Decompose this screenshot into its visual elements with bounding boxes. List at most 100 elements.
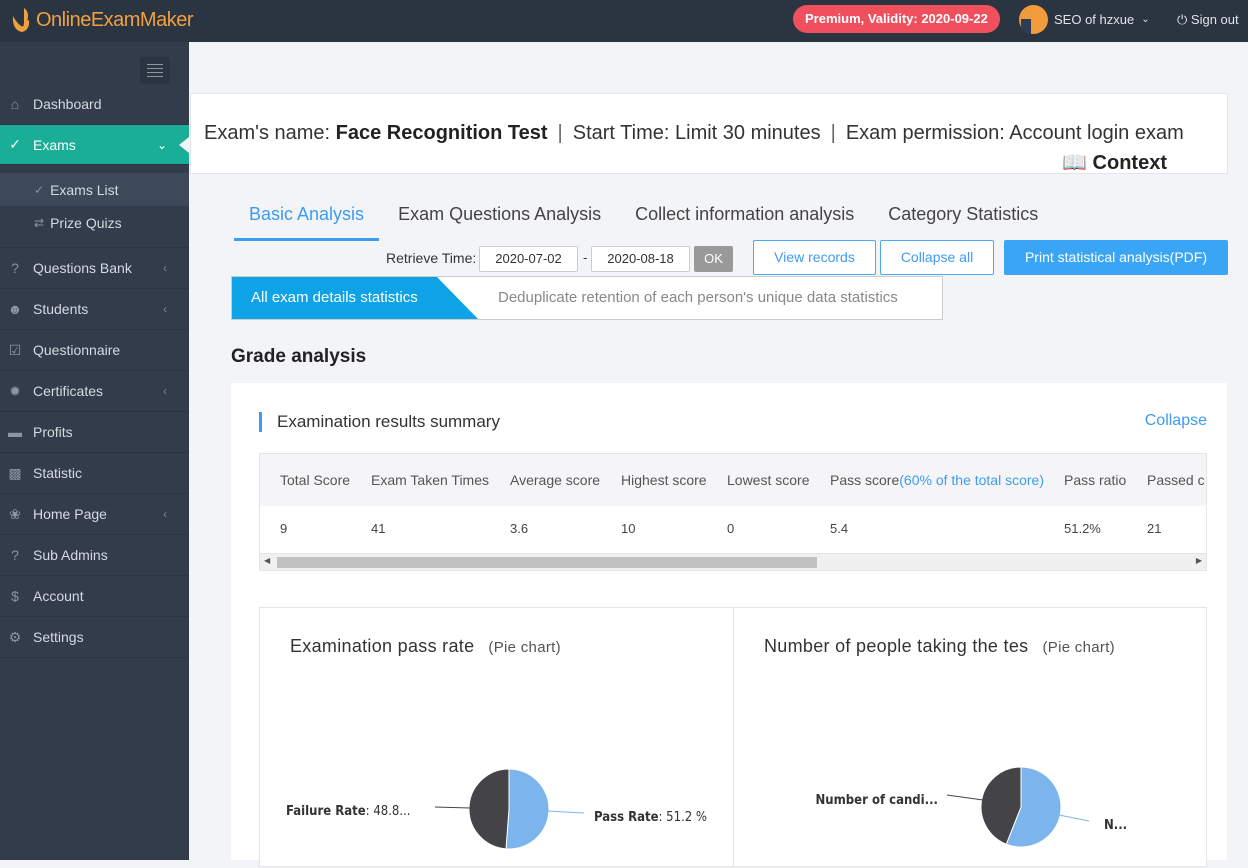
scroll-left-icon[interactable]: ◀ [264,556,270,565]
pie-data-label: Number of candi... [816,793,939,808]
horizontal-scrollbar[interactable]: ◀ ▶ [260,553,1206,570]
column-header: Pass ratio [1064,472,1126,488]
pie-slice-failure-rate[interactable] [468,768,510,850]
sidebar-item-home-page[interactable]: ❀ Home Page ‹ [0,494,189,535]
column-header: Total Score [280,472,350,488]
header-text: Highest score [621,472,707,488]
sidebar-item-certificates[interactable]: ✹ Certificates ‹ [0,371,189,412]
brand-logo[interactable]: OnlineExamMaker [10,6,194,34]
exam-name: Face Recognition Test [335,122,548,144]
column-header: Lowest score [727,472,809,488]
avatar [1019,5,1048,34]
table-cell: 0 [727,521,735,536]
sidebar-item-statistic[interactable]: ▩ Statistic [0,453,189,494]
sidebar-item-settings[interactable]: ⚙ Settings [0,617,189,658]
leaf-icon: ❀ [9,505,21,522]
header-text: Average score [510,472,601,488]
collapse-all-button[interactable]: Collapse all [880,240,994,275]
scrollbar-thumb[interactable] [277,557,817,568]
sidebar-item-students[interactable]: ☻ Students ‹ [0,289,189,330]
exam-permission: Exam permission: Account login exam [845,122,1184,144]
start-date-input[interactable]: 2020-07-02 [479,246,578,272]
sidebar-item-label: Account [33,588,84,604]
sidebar-item-questionnaire[interactable]: ☑ Questionnaire [0,330,189,371]
scroll-right-icon[interactable]: ▶ [1196,556,1202,565]
print-pdf-button[interactable]: Print statistical analysis(PDF) [1004,240,1228,275]
tab-category-statistics[interactable]: Category Statistics [873,196,1053,241]
chevron-left-icon: ‹ [163,384,167,398]
sidebar-item-dashboard[interactable]: ⌂ Dashboard [0,84,189,125]
chevron-left-icon: ‹ [163,261,167,275]
header-text: Passed c [1147,472,1205,488]
card-icon: ▬ [8,424,22,440]
sidebar-sub-exams-list[interactable]: ✓ Exams List [0,173,189,206]
top-bar: OnlineExamMaker Premium, Validity: 2020-… [0,0,1248,42]
sidebar: ⌂ Dashboard ✓ Exams ⌄ ✓ Exams List ⇄ Prize Quizs… [0,42,189,860]
pie-connector [434,806,471,809]
ok-button[interactable]: OK [694,246,733,272]
cert-icon: ✹ [9,382,21,399]
chevron-down-icon: ⌄ [156,137,167,152]
shuffle-icon: ⇄ [34,215,45,230]
exam-name-label: Exam's name: [204,122,331,144]
tab-all-exam-details[interactable]: All exam details statistics [232,277,478,319]
tab-exam-questions-analysis[interactable]: Exam Questions Analysis [383,196,616,241]
gear-icon: ⚙ [8,628,22,645]
table-cell: 9 [280,521,288,536]
tab-deduplicate-retention[interactable]: Deduplicate retention of each person's u… [498,277,898,319]
sidebar-item-sub-admins[interactable]: ? Sub Admins [0,535,189,576]
sidebar-item-label: Dashboard [33,96,102,112]
sign-out-link[interactable]: ⏻ Sign out [1177,12,1239,28]
sub-label: Prize Quizs [50,214,122,231]
premium-badge: Premium, Validity: 2020-09-22 [793,5,1000,33]
pie-slice-pass-rate[interactable] [505,768,550,850]
table-cell: 51.2% [1064,521,1101,536]
column-header: Pass score(60% of the total score) [830,472,1044,488]
pie-connector [1058,814,1090,822]
sidebar-item-label: Students [33,301,89,317]
end-date-input[interactable]: 2020-08-18 [591,246,690,272]
header-text: Exam Taken Times [371,472,490,488]
sign-out-label: Sign out [1190,12,1239,27]
context-link[interactable]: 📖 Context [1062,150,1167,175]
start-time: Start Time: Limit 30 minutes [572,122,821,144]
table-cell: 3.6 [510,521,529,536]
tab-collect-information-analysis[interactable]: Collect information analysis [620,196,869,241]
view-records-button[interactable]: View records [753,240,876,275]
brand-name: OnlineExamMaker [36,8,194,31]
sidebar-item-label: Profits [33,424,73,440]
sidebar-item-label: Sub Admins [33,547,108,563]
header-text: Total Score [280,472,351,488]
sidebar-item-account[interactable]: $ Account [0,576,189,617]
table-cell: 21 [1147,521,1162,536]
header-text: Lowest score [727,472,810,488]
collapse-link[interactable]: Collapse [1145,412,1207,430]
sidebar-sub-prize-quizs[interactable]: ⇄ Prize Quizs [0,206,189,239]
sidebar-item-exams[interactable]: ✓ Exams ⌄ [0,125,189,165]
sidebar-item-label: Settings [33,629,84,645]
dollar-icon: $ [11,588,19,604]
column-header: Passed c [1147,472,1205,488]
retrieve-time-label: Retrieve Time: [386,250,477,266]
sidebar-item-label: Certificates [33,383,104,399]
sidebar-item-label: Statistic [33,465,83,481]
column-header: Exam Taken Times [371,472,489,488]
sidebar-item-label: Exams [33,136,76,153]
statistics-mode-tabs: All exam details statistics Deduplicate … [231,276,943,320]
user-name: SEO of hzxue [1054,12,1135,27]
question-icon: ? [11,547,19,563]
pie-data-label: Pass Rate: 51.2 % [594,810,707,825]
pie-data-label: Failure Rate: 48.8... [286,804,411,819]
sidebar-item-questions-bank[interactable]: ? Questions Bank ‹ [0,248,189,289]
table-cell: 41 [371,521,386,536]
sidebar-item-profits[interactable]: ▬ Profits [0,412,189,453]
tab-basic-analysis[interactable]: Basic Analysis [234,196,380,241]
pie-data-label: N... [1104,818,1127,833]
candidates-chart: Number of people taking the tes (Pie char… [733,607,1207,867]
pass-score-note: (60% of the total score) [899,472,1044,488]
sidebar-item-label: Home Page [33,506,107,522]
power-icon: ⏻ [1177,12,1188,27]
analysis-tabs: Basic Analysis Exam Questions Analysis C… [234,196,1057,241]
menu-toggle-button[interactable] [140,57,170,84]
user-menu[interactable]: SEO of hzxue ⌄ [1019,5,1150,34]
